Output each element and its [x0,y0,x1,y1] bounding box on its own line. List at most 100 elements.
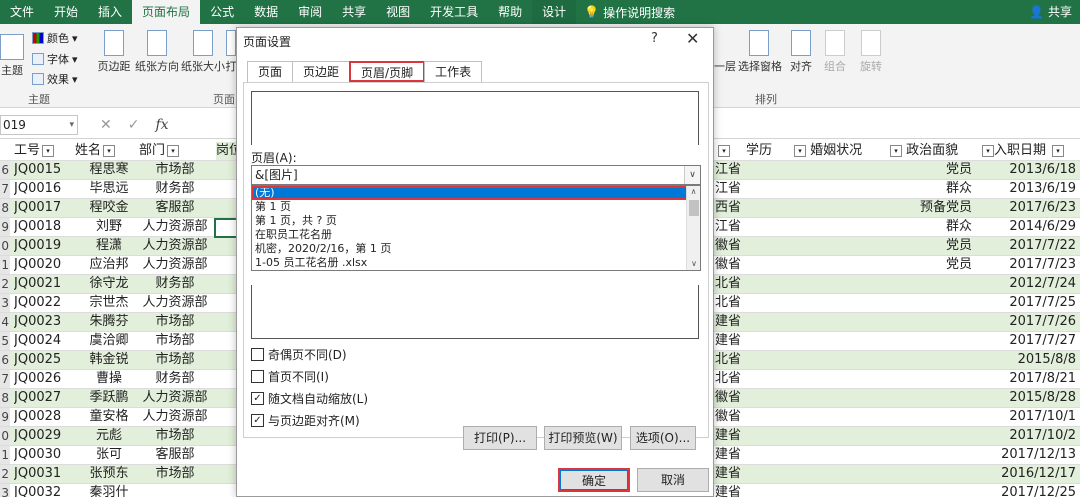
tab-help[interactable]: 帮助 [488,0,532,24]
cell-name[interactable]: 韩金锐 [84,351,134,369]
cell-name[interactable]: 元彪 [84,427,134,445]
cell-date[interactable]: 2017/7/26 [988,313,1076,331]
cell-dept[interactable]: 市场部 [139,332,211,350]
row-number[interactable]: 5 [0,332,10,350]
tab-page-layout[interactable]: 页面布局 [132,0,201,24]
col-header-edu[interactable]: 学历 [746,142,772,160]
cell-date[interactable]: 2012/7/24 [988,275,1076,293]
cell-dept[interactable]: 财务部 [139,275,211,293]
tab-header-footer[interactable]: 页眉/页脚 [349,61,426,82]
cell-dept[interactable]: 人力资源部 [139,218,211,236]
cell-name[interactable]: 季跃鹏 [84,389,134,407]
dropdown-option[interactable]: 1-05 员工花名册 .xlsx [252,256,700,270]
cell-id[interactable]: JQ0030 [14,446,61,464]
cell-dept[interactable]: 人力资源部 [139,256,211,274]
row-number[interactable]: 0 [0,427,10,445]
filter-icon[interactable]: ▾ [167,144,180,157]
cell-date[interactable]: 2013/6/19 [988,180,1076,198]
cell-province[interactable]: 江省 [715,161,741,179]
tab-view[interactable]: 视图 [376,0,420,24]
row-number[interactable]: 3 [0,484,10,497]
scroll-thumb[interactable] [689,200,699,216]
ok-button[interactable]: 确定 [558,468,630,492]
cell-name[interactable]: 虞洽卿 [84,332,134,350]
row-number[interactable]: 1 [0,446,10,464]
cell-date[interactable]: 2013/6/18 [988,161,1076,179]
cell-province[interactable]: 北省 [715,351,741,369]
cell-dept[interactable]: 市场部 [139,465,211,483]
filter-icon[interactable]: ▾ [716,142,730,160]
cell-name[interactable]: 刘野 [84,218,134,236]
fx-icon[interactable]: fx [155,117,168,133]
themes-button[interactable]: 主题 [0,34,24,78]
cell-date[interactable]: 2017/7/27 [988,332,1076,350]
tab-developer[interactable]: 开发工具 [420,0,488,24]
row-number[interactable]: 4 [0,313,10,331]
confirm-icon[interactable]: ✓ [128,117,140,133]
cell-province[interactable]: 北省 [715,370,741,388]
filter-icon[interactable]: ▾ [794,144,806,157]
cell-date[interactable]: 2016/12/17 [988,465,1076,483]
cell-political[interactable] [888,408,988,426]
cell-political[interactable] [888,313,988,331]
cell-political[interactable]: 群众 [888,180,988,198]
checkbox-scale-with-doc[interactable]: ✓ 随文档自动缩放(L) [251,390,368,407]
filter-icon[interactable]: ▾ [982,144,994,157]
cancel-icon[interactable]: ✕ [100,117,112,133]
row-number[interactable]: 9 [0,218,10,236]
row-number[interactable]: 7 [0,370,10,388]
col-header-political[interactable]: ▾ 政治面貌 [888,142,958,160]
cell-id[interactable]: JQ0023 [14,313,61,331]
cell-dept[interactable]: 人力资源部 [139,294,211,312]
cell-dept[interactable]: 人力资源部 [139,389,211,407]
cell-name[interactable]: 曹操 [84,370,134,388]
checkbox-box[interactable] [251,348,264,361]
cell-date[interactable]: 2017/7/25 [988,294,1076,312]
filter-icon[interactable]: ▾ [1052,144,1065,157]
chevron-up-icon[interactable]: ∧ [687,186,700,198]
col-header-name[interactable]: 姓名 ▾ [75,142,116,160]
cell-political[interactable]: 预备党员 [888,199,988,217]
cell-province[interactable]: 建省 [715,446,741,464]
tab-file[interactable]: 文件 [0,0,44,24]
cell-id[interactable]: JQ0021 [14,275,61,293]
row-number[interactable]: 2 [0,465,10,483]
dropdown-option[interactable]: 第 1 页 [252,200,700,214]
cell-dept[interactable]: 市场部 [139,351,211,369]
cell-name[interactable]: 毕思远 [84,180,134,198]
colors-button[interactable]: 颜色 ▾ [32,30,78,46]
cell-id[interactable]: JQ0026 [14,370,61,388]
tab-sheet[interactable]: 工作表 [424,61,483,82]
header-select[interactable]: &[图片] ∨ [251,165,701,185]
cell-date[interactable]: 2017/10/1 [988,408,1076,426]
cell-name[interactable]: 张预东 [84,465,134,483]
checkbox-box[interactable]: ✓ [251,414,264,427]
tab-margins[interactable]: 页边距 [292,61,351,82]
cell-province[interactable]: 江省 [715,218,741,236]
cell-date[interactable]: 2017/6/23 [988,199,1076,217]
cell-province[interactable]: 徽省 [715,237,741,255]
options-button[interactable]: 选项(O)... [630,426,696,450]
col-header-marital[interactable]: ▾ 婚姻状况 [792,142,862,160]
cell-date[interactable]: 2017/12/25 [988,484,1076,497]
filter-icon[interactable]: ▾ [890,144,902,157]
cell-province[interactable]: 徽省 [715,256,741,274]
share-button[interactable]: 👤 共享 [1029,0,1072,24]
cell-political[interactable] [888,427,988,445]
cell-political[interactable] [888,484,988,497]
cell-province[interactable]: 建省 [715,427,741,445]
tab-insert[interactable]: 插入 [88,0,132,24]
cell-id[interactable]: JQ0018 [14,218,61,236]
print-button[interactable]: 打印(P)... [463,426,537,450]
size-button[interactable]: 纸张大小 [180,30,226,74]
cell-political[interactable] [888,370,988,388]
checkbox-odd-even[interactable]: 奇偶页不同(D) [251,346,347,363]
cell-id[interactable]: JQ0025 [14,351,61,369]
cell-province[interactable]: 建省 [715,465,741,483]
dropdown-option[interactable]: 机密，2020/2/16，第 1 页 [252,242,700,256]
dropdown-scrollbar[interactable]: ∧ ∨ [686,186,700,270]
col-header-id[interactable]: 工号 ▾ [14,142,55,160]
row-number[interactable]: 7 [0,180,10,198]
cell-name[interactable]: 张可 [84,446,134,464]
cell-political[interactable] [888,332,988,350]
